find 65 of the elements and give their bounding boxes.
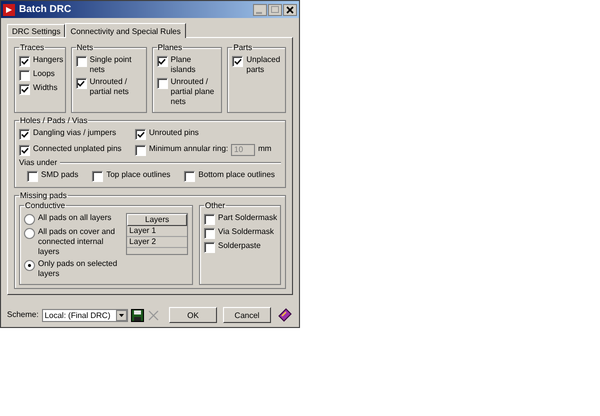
checkbox[interactable] (27, 171, 38, 182)
tab[interactable]: Connectivity and Special Rules (65, 23, 186, 38)
app-icon (3, 4, 15, 16)
checkbox-label: SMD pads (41, 170, 78, 180)
checkbox-label: Bottom place outlines (198, 170, 275, 180)
checkbox-label: Loops (33, 69, 55, 79)
tab[interactable]: DRC Settings (7, 24, 66, 37)
window-title: Batch DRC (19, 4, 72, 15)
group-title: Holes / Pads / Vias (19, 116, 88, 125)
group-title: Parts (232, 43, 254, 52)
scheme-label: Scheme: (7, 310, 39, 320)
group-title: Nets (76, 43, 94, 52)
close-icon[interactable] (283, 4, 297, 16)
checkbox-label: Via Soldermask (218, 227, 274, 237)
scheme-dropdown[interactable]: Local: (Final DRC) (42, 308, 128, 322)
checkbox-label: Part Soldermask (218, 213, 278, 223)
checkbox[interactable] (184, 171, 196, 182)
section-title: Vias under (19, 158, 58, 168)
checkbox[interactable] (135, 129, 146, 140)
checkbox-label: Plane islands (170, 55, 197, 75)
checkbox-label: Unplaced parts (246, 55, 281, 75)
checkbox[interactable] (156, 78, 168, 89)
group-title: Traces (19, 43, 46, 52)
group-title: Missing pads (19, 191, 68, 200)
checkbox-label: Unrouted / partial plane nets (170, 77, 216, 107)
checkbox[interactable] (76, 56, 87, 67)
checkbox-label: Minimum annular ring: (149, 144, 228, 154)
unit-label: mm (258, 144, 272, 154)
checkbox[interactable] (19, 145, 30, 156)
radio-label: All pads on cover and connected internal layers (38, 227, 116, 257)
radio-button[interactable] (24, 228, 35, 239)
minimize-icon[interactable] (253, 4, 267, 16)
dialog-button[interactable]: OK (169, 307, 217, 323)
checkbox[interactable] (76, 78, 87, 89)
checkbox[interactable] (92, 171, 104, 182)
list-item[interactable]: Layer 1 (127, 226, 187, 237)
radio-button[interactable] (24, 214, 35, 225)
radio-label: Only pads on selected layers (38, 259, 118, 279)
checkbox-label: Dangling vias / jumpers (33, 128, 116, 138)
checkbox-label: Connected unplated pins (33, 144, 122, 154)
checkbox-label: Single point nets (90, 55, 132, 75)
checkbox-label: Top place outlines (106, 170, 170, 180)
checkbox[interactable] (19, 70, 30, 81)
radio-button[interactable] (24, 260, 35, 271)
checkbox-label: Unrouted pins (149, 128, 199, 138)
checkbox-label: Widths (33, 83, 58, 93)
save-icon[interactable] (130, 308, 144, 322)
checkbox[interactable] (204, 214, 215, 225)
group-title: Other (204, 201, 226, 210)
group-title: Planes (156, 43, 184, 52)
column-header: Layers (127, 214, 187, 226)
checkbox[interactable] (19, 129, 30, 140)
radio-label: All pads on all layers (38, 213, 112, 223)
checkbox[interactable] (19, 56, 30, 67)
checkbox[interactable] (232, 56, 244, 67)
list-item[interactable]: Layer 2 (127, 237, 187, 248)
dialog-button[interactable]: Cancel (223, 307, 271, 323)
checkbox[interactable] (156, 56, 168, 67)
checkbox[interactable] (204, 228, 215, 239)
checkbox-label: Hangers (33, 55, 64, 65)
checkbox-label: Unrouted / partial nets (90, 77, 130, 97)
checkbox-label: Solderpaste (218, 241, 261, 251)
group-title: Conductive (24, 201, 66, 210)
checkbox[interactable] (19, 84, 30, 95)
checkbox[interactable] (204, 242, 215, 253)
